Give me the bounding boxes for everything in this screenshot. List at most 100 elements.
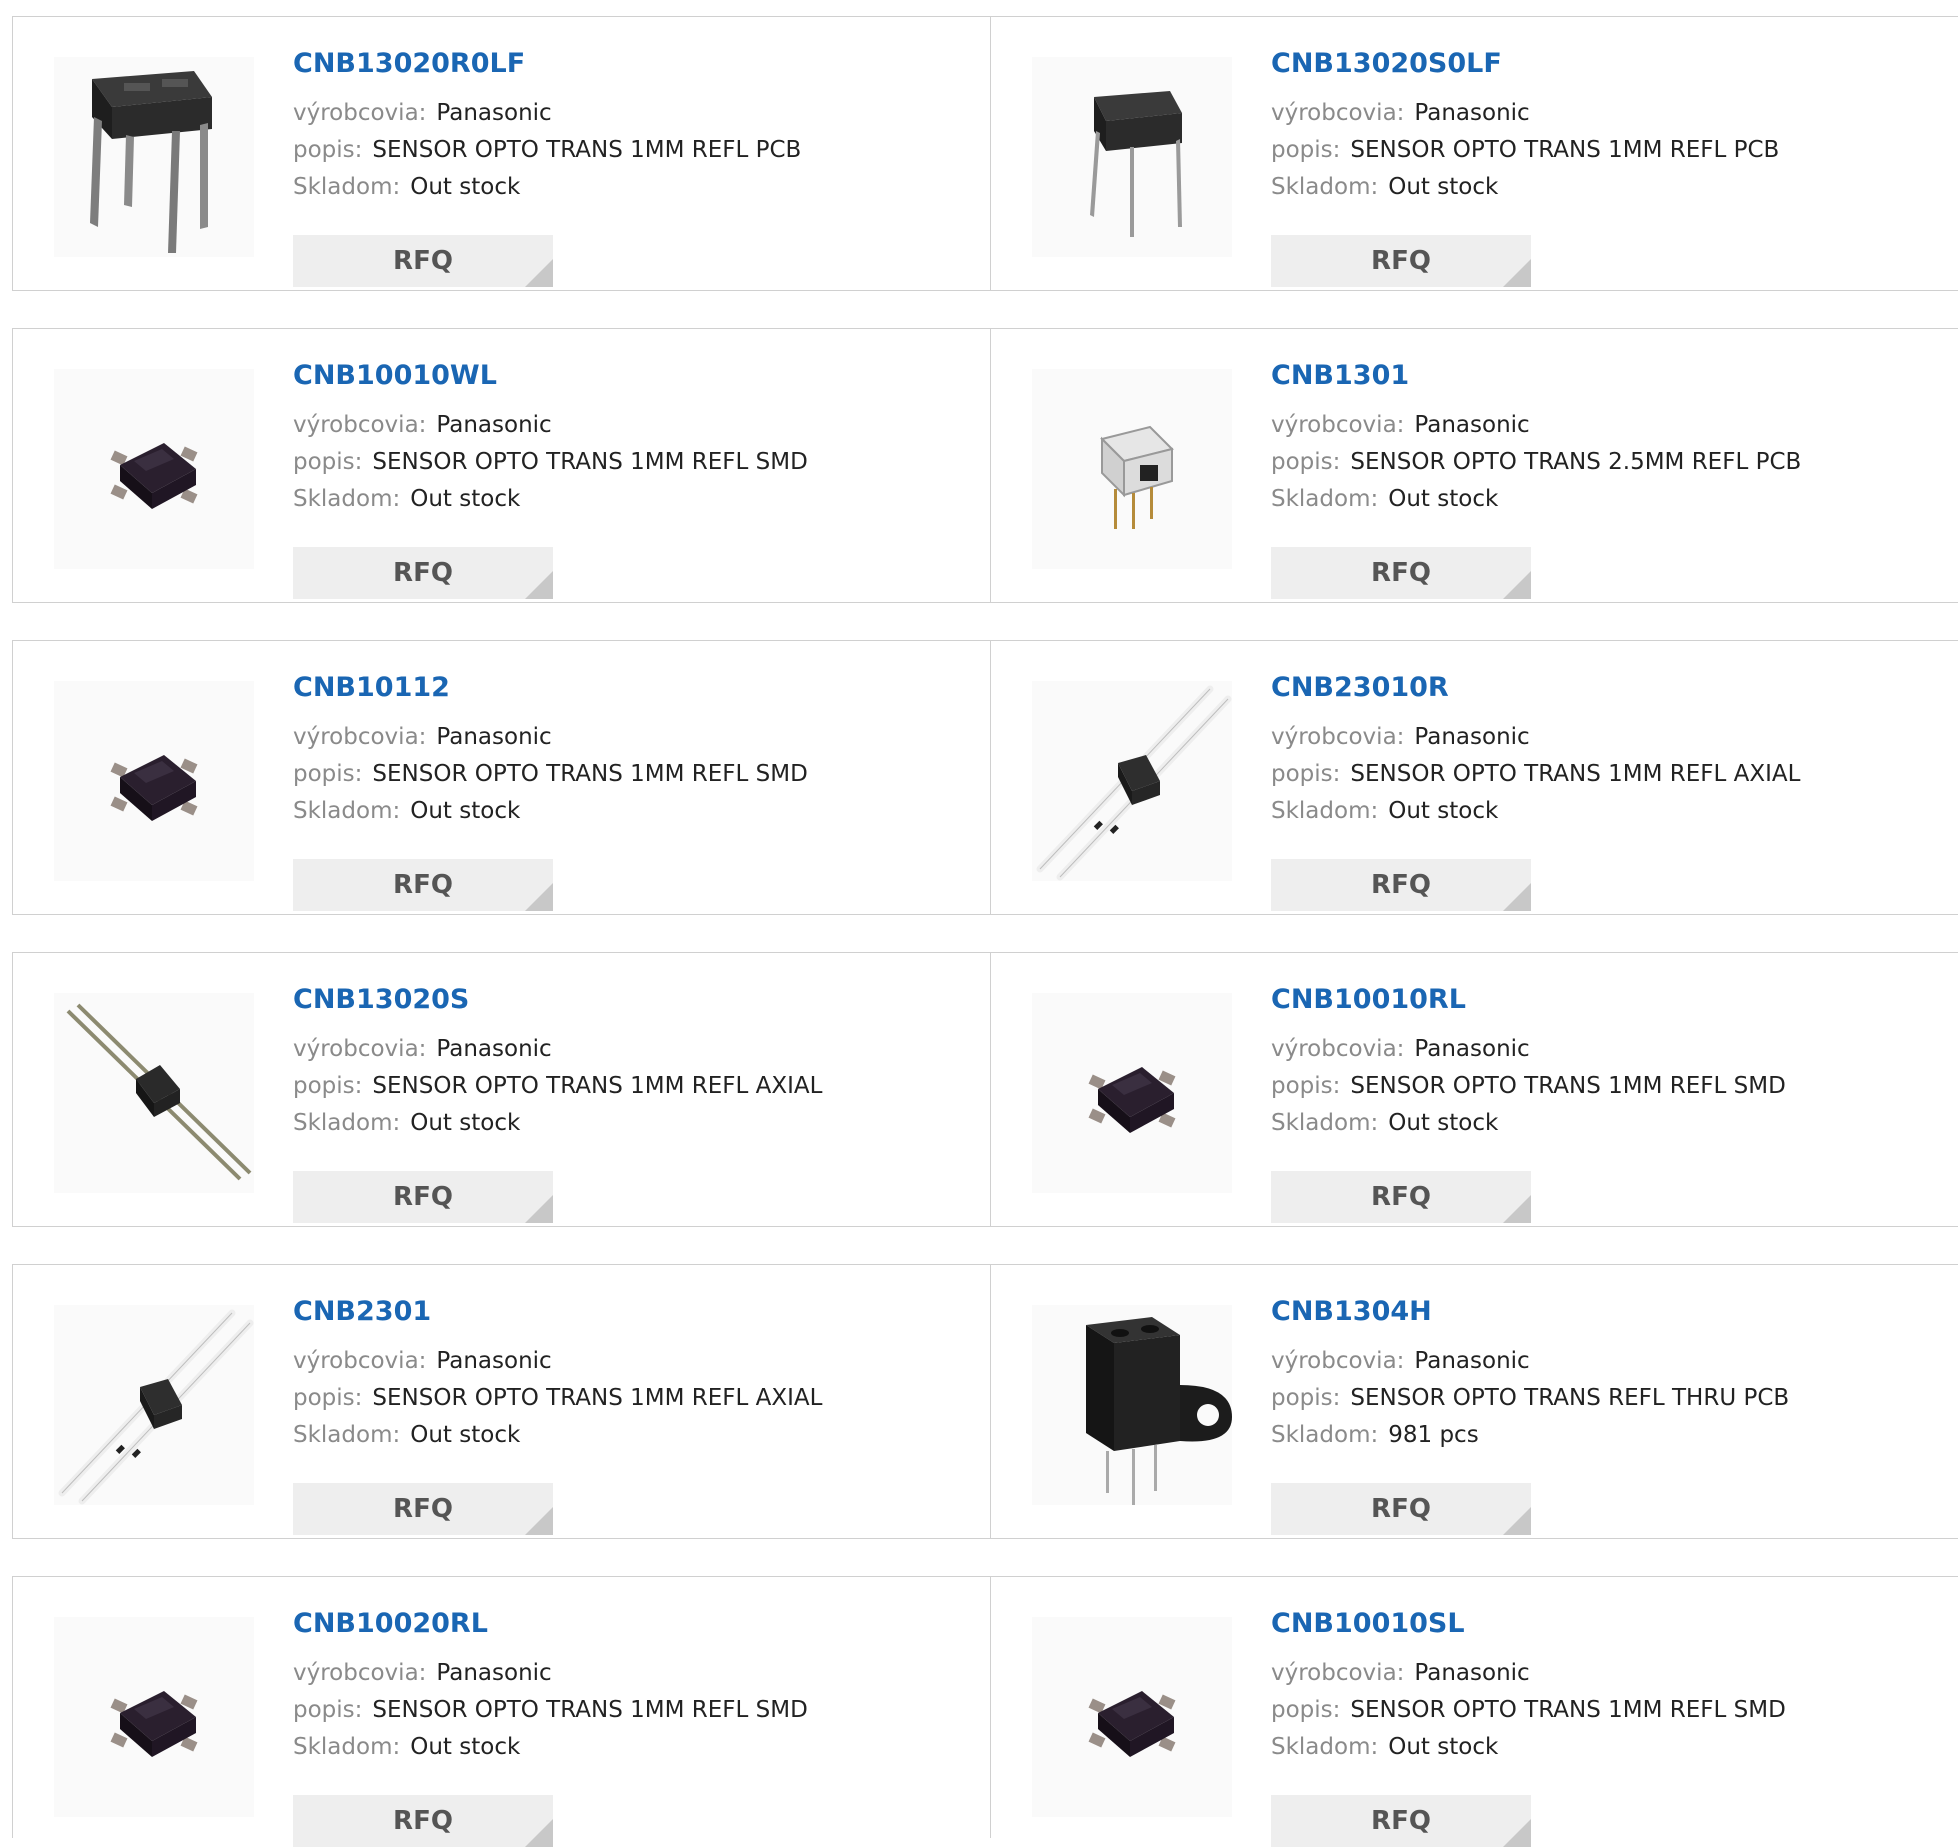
product-image[interactable] (54, 993, 254, 1193)
description-line: popis: SENSOR OPTO TRANS 1MM REFL AXIAL (293, 1068, 822, 1105)
stock-label: Skladom: (293, 798, 401, 824)
stock-value: Out stock (410, 1422, 521, 1448)
product-row: CNB10020RL výrobcovia: Panasonic popis: SE… (12, 1576, 1958, 1847)
description-line: popis: SENSOR OPTO TRANS 1MM REFL AXIAL (293, 1380, 822, 1417)
product-row: CNB13020S výrobcovia: Panasonic popis: SEN… (12, 952, 1958, 1227)
description-label: popis: (293, 1073, 363, 1099)
stock-value: Out stock (410, 486, 521, 512)
stock-line: Skladom: Out stock (293, 1105, 822, 1142)
product-card: CNB13020S0LF výrobcovia: Panasonic popis:… (991, 17, 1958, 290)
product-title-link[interactable]: CNB23010R (1271, 671, 1800, 705)
manufacturer-label: výrobcovia: (293, 412, 427, 438)
product-image[interactable] (1032, 993, 1232, 1193)
description-value: SENSOR OPTO TRANS 1MM REFL PCB (1350, 137, 1780, 163)
manufacturer-line: výrobcovia: Panasonic (293, 719, 808, 756)
rfq-button[interactable]: RFQ (1271, 547, 1531, 599)
stock-label: Skladom: (293, 174, 401, 200)
stock-value: Out stock (1388, 174, 1499, 200)
product-info: CNB1301 výrobcovia: Panasonic popis: SENSO… (1271, 359, 1801, 599)
product-title-link[interactable]: CNB1304H (1271, 1295, 1789, 1329)
stock-line: Skladom: Out stock (1271, 169, 1779, 206)
product-image[interactable] (54, 57, 254, 257)
product-image[interactable] (1032, 1305, 1232, 1505)
product-card: CNB10020RL výrobcovia: Panasonic popis: SE… (13, 1577, 991, 1847)
product-image[interactable] (1032, 1617, 1232, 1817)
product-title-link[interactable]: CNB13020S0LF (1271, 47, 1779, 81)
stock-line: Skladom: Out stock (293, 793, 808, 830)
rfq-label: RFQ (393, 246, 453, 276)
stock-value: Out stock (1388, 1734, 1499, 1760)
stock-value: Out stock (1388, 486, 1499, 512)
manufacturer-value: Panasonic (436, 1660, 552, 1686)
product-title-link[interactable]: CNB2301 (293, 1295, 822, 1329)
description-label: popis: (1271, 761, 1341, 787)
rfq-label: RFQ (393, 558, 453, 588)
manufacturer-label: výrobcovia: (1271, 1660, 1405, 1686)
product-title-link[interactable]: CNB10112 (293, 671, 808, 705)
opto-block-icon (1086, 1317, 1232, 1505)
rfq-label: RFQ (393, 1182, 453, 1212)
opto-clear-pcb-icon (1100, 425, 1174, 529)
description-line: popis: SENSOR OPTO TRANS 1MM REFL AXIAL (1271, 756, 1800, 793)
description-label: popis: (293, 1385, 363, 1411)
product-image[interactable] (1032, 57, 1232, 257)
manufacturer-value: Panasonic (1414, 724, 1530, 750)
product-title-link[interactable]: CNB10020RL (293, 1607, 808, 1641)
manufacturer-label: výrobcovia: (1271, 1036, 1405, 1062)
rfq-button[interactable]: RFQ (293, 1483, 553, 1535)
product-title-link[interactable]: CNB10010RL (1271, 983, 1786, 1017)
rfq-button[interactable]: RFQ (293, 235, 553, 287)
corner-decoration (525, 571, 553, 599)
manufacturer-value: Panasonic (436, 1036, 552, 1062)
product-image[interactable] (54, 369, 254, 569)
rfq-label: RFQ (1371, 870, 1431, 900)
opto-smd-icon (1088, 1067, 1176, 1133)
product-info: CNB10112 výrobcovia: Panasonic popis: SENS… (293, 671, 808, 911)
description-line: popis: SENSOR OPTO TRANS 1MM REFL SMD (293, 1692, 808, 1729)
product-info: CNB10010RL výrobcovia: Panasonic popis: SE… (1271, 983, 1786, 1223)
manufacturer-label: výrobcovia: (293, 1036, 427, 1062)
stock-value: Out stock (410, 798, 521, 824)
manufacturer-line: výrobcovia: Panasonic (293, 1031, 822, 1068)
description-line: popis: SENSOR OPTO TRANS 1MM REFL PCB (293, 132, 801, 169)
stock-value: Out stock (410, 174, 521, 200)
description-label: popis: (1271, 449, 1341, 475)
corner-decoration (1503, 883, 1531, 911)
manufacturer-label: výrobcovia: (293, 1660, 427, 1686)
product-image[interactable] (54, 681, 254, 881)
stock-value: Out stock (410, 1734, 521, 1760)
product-title-link[interactable]: CNB1301 (1271, 359, 1801, 393)
corner-decoration (525, 883, 553, 911)
rfq-button[interactable]: RFQ (293, 859, 553, 911)
product-image[interactable] (1032, 369, 1232, 569)
rfq-button[interactable]: RFQ (1271, 235, 1531, 287)
rfq-button[interactable]: RFQ (1271, 859, 1531, 911)
product-title-link[interactable]: CNB10010SL (1271, 1607, 1786, 1641)
description-value: SENSOR OPTO TRANS 1MM REFL PCB (372, 137, 802, 163)
opto-smd-icon (1088, 1691, 1176, 1757)
product-image[interactable] (54, 1617, 254, 1817)
product-info: CNB2301 výrobcovia: Panasonic popis: SENSO… (293, 1295, 822, 1535)
stock-label: Skladom: (1271, 1110, 1379, 1136)
rfq-button[interactable]: RFQ (293, 1795, 553, 1847)
product-info: CNB13020S0LF výrobcovia: Panasonic popis:… (1271, 47, 1780, 287)
product-title-link[interactable]: CNB13020S (293, 983, 822, 1017)
rfq-button[interactable]: RFQ (293, 1171, 553, 1223)
rfq-button[interactable]: RFQ (1271, 1795, 1531, 1847)
stock-label: Skladom: (1271, 1734, 1379, 1760)
opto-axial-white-icon (1036, 685, 1232, 881)
product-card: CNB10010WL výrobcovia: Panasonic popis: SE… (13, 329, 991, 602)
rfq-button[interactable]: RFQ (293, 547, 553, 599)
description-line: popis: SENSOR OPTO TRANS 1MM REFL SMD (1271, 1068, 1786, 1105)
product-image[interactable] (54, 1305, 254, 1505)
product-title-link[interactable]: CNB13020R0LF (293, 47, 801, 81)
rfq-button[interactable]: RFQ (1271, 1171, 1531, 1223)
opto-pcb-small-icon (1090, 91, 1182, 237)
product-title-link[interactable]: CNB10010WL (293, 359, 808, 393)
rfq-label: RFQ (1371, 1806, 1431, 1836)
stock-label: Skladom: (1271, 1422, 1379, 1448)
product-image[interactable] (1032, 681, 1232, 881)
rfq-button[interactable]: RFQ (1271, 1483, 1531, 1535)
manufacturer-value: Panasonic (1414, 1660, 1530, 1686)
manufacturer-label: výrobcovia: (1271, 100, 1405, 126)
